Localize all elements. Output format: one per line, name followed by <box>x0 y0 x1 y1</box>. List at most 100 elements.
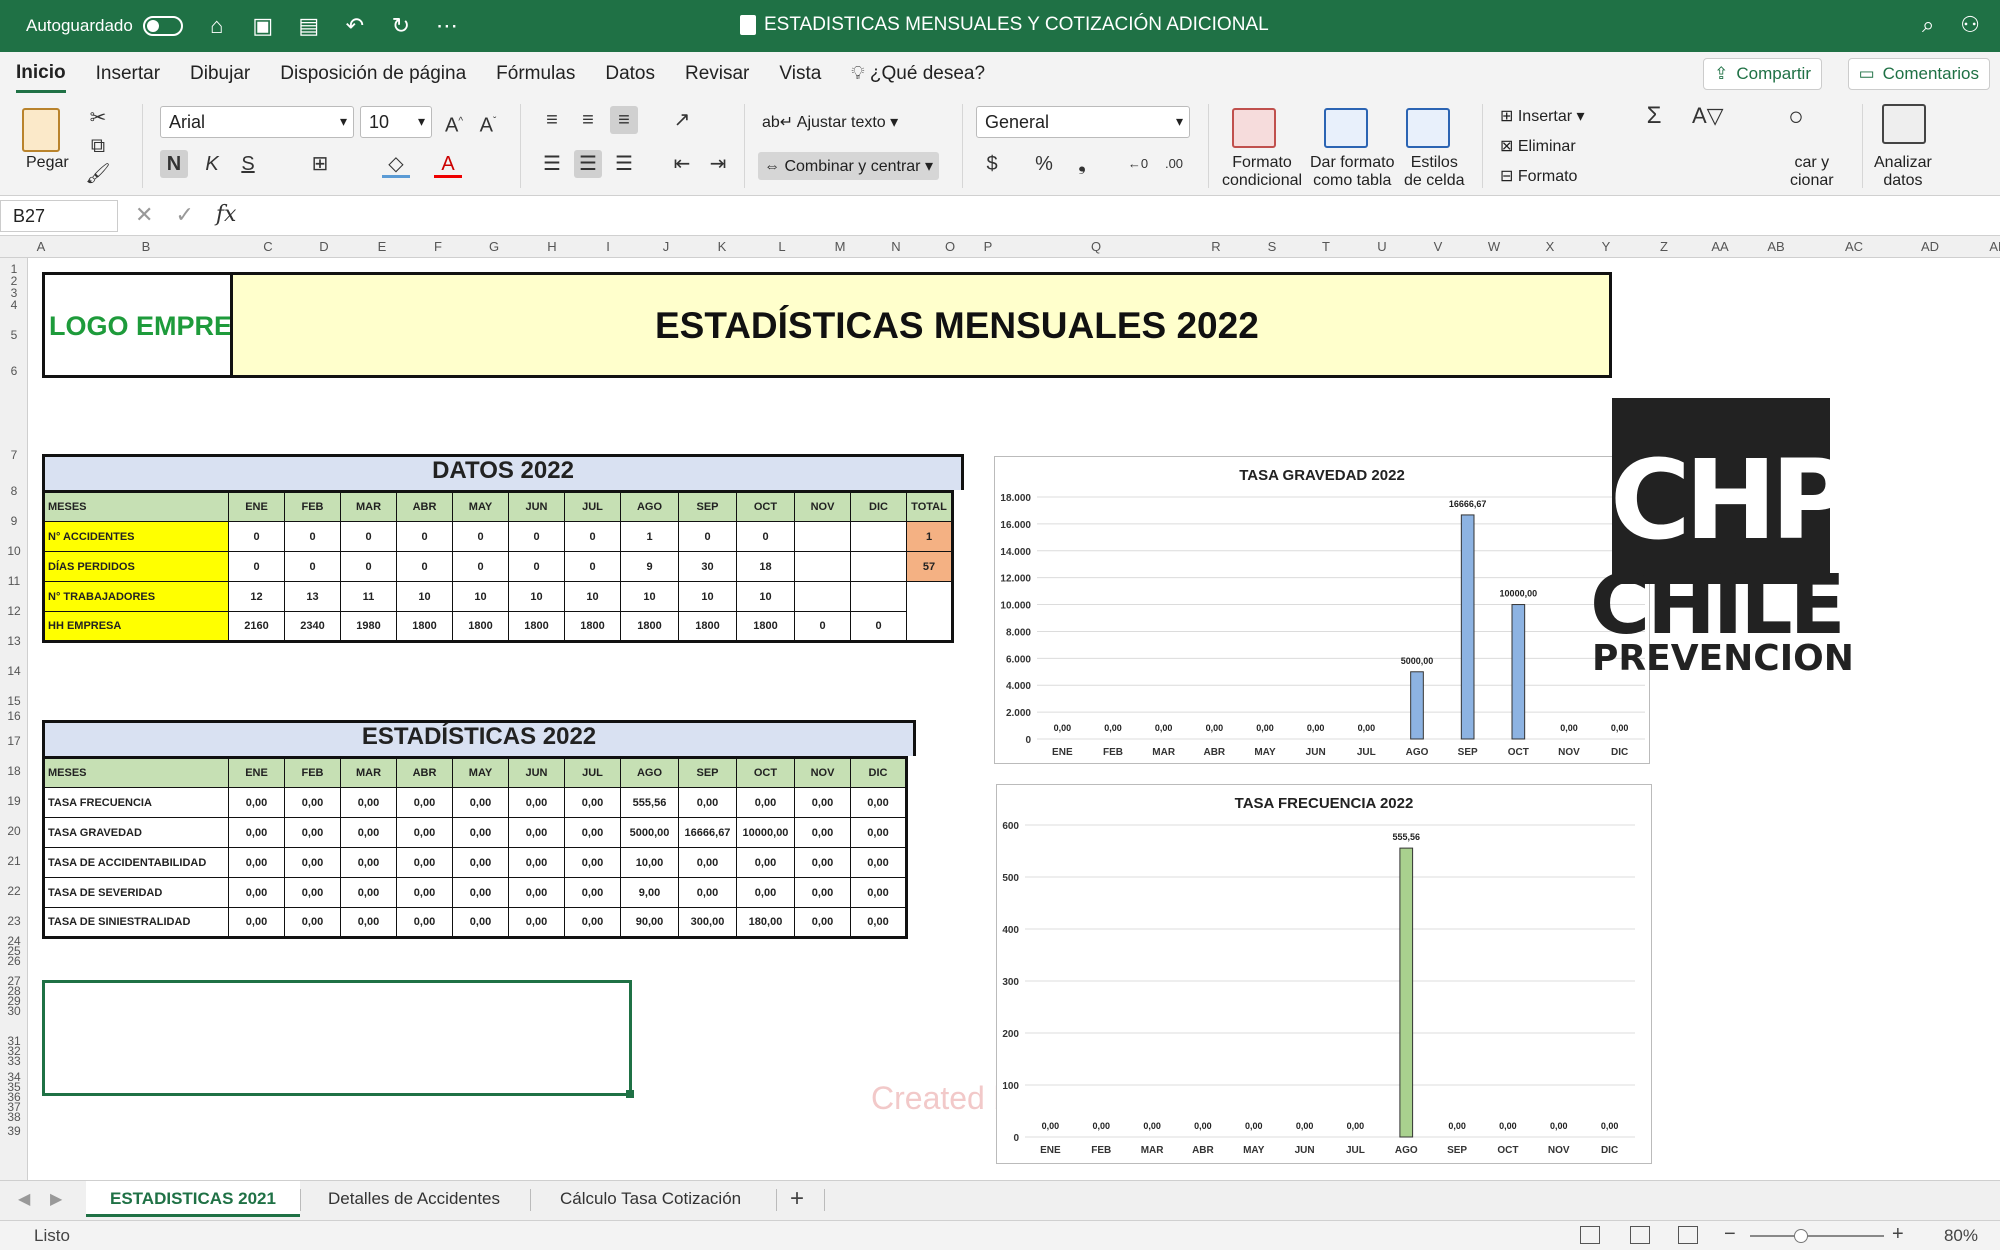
header-cell[interactable]: OCT <box>736 757 795 788</box>
header-cell[interactable]: JUN <box>508 491 565 522</box>
header-cell[interactable]: JUL <box>564 757 621 788</box>
data-cell[interactable]: 0,00 <box>794 907 851 938</box>
conditional-format-button[interactable]: Formato condicional <box>1222 154 1302 190</box>
header-cell[interactable]: NOV <box>794 491 851 522</box>
column-header[interactable]: P <box>978 239 998 254</box>
data-cell[interactable]: 0 <box>228 551 285 582</box>
data-cell[interactable]: 0 <box>678 521 737 552</box>
data-cell[interactable]: 0,00 <box>340 787 397 818</box>
column-header[interactable]: AB <box>1762 239 1790 254</box>
data-cell[interactable]: 90,00 <box>620 907 679 938</box>
format-cells-button[interactable]: ⊟ Formato <box>1500 166 1577 186</box>
column-header[interactable]: I <box>598 239 618 254</box>
row-header[interactable]: 26 <box>0 954 28 968</box>
column-header[interactable]: Y <box>1596 239 1616 254</box>
data-cell[interactable]: 0 <box>452 551 509 582</box>
data-cell[interactable]: 180,00 <box>736 907 795 938</box>
column-header[interactable]: U <box>1372 239 1392 254</box>
column-header[interactable]: J <box>656 239 676 254</box>
autosum-icon[interactable]: Σ <box>1640 102 1668 130</box>
column-header[interactable]: X <box>1540 239 1560 254</box>
data-cell[interactable]: 0,00 <box>794 817 851 848</box>
header-cell[interactable]: MAY <box>452 491 509 522</box>
data-cell[interactable]: 0,00 <box>678 847 737 878</box>
number-format-select[interactable]: General ▾ <box>976 106 1190 138</box>
row-header[interactable]: 19 <box>0 794 28 808</box>
row-label-cell[interactable]: TASA DE SEVERIDAD <box>43 877 229 908</box>
data-cell[interactable]: 0,00 <box>564 877 621 908</box>
insert-cells-button[interactable]: ⊞ Insertar ▾ <box>1500 106 1585 126</box>
data-cell[interactable]: 0,00 <box>452 877 509 908</box>
data-cell[interactable]: 0 <box>794 611 851 642</box>
row-header[interactable]: 16 <box>0 709 28 723</box>
cancel-icon[interactable]: ✕ <box>135 202 153 228</box>
data-cell[interactable]: 0,00 <box>228 877 285 908</box>
data-cell[interactable]: 9,00 <box>620 877 679 908</box>
tab-disposicion[interactable]: Disposición de página <box>280 57 466 91</box>
row-header[interactable]: 17 <box>0 734 28 748</box>
data-cell[interactable]: 0,00 <box>850 787 907 818</box>
data-cell[interactable]: 0,00 <box>340 817 397 848</box>
header-cell[interactable]: TOTAL <box>906 491 953 522</box>
row-header[interactable]: 15 <box>0 694 28 708</box>
data-cell[interactable]: 0,00 <box>396 907 453 938</box>
data-cell[interactable]: 10 <box>396 581 453 612</box>
column-header[interactable]: AD <box>1916 239 1944 254</box>
column-header[interactable]: L <box>772 239 792 254</box>
sort-filter-icon[interactable]: A▽ <box>1692 102 1724 130</box>
data-cell[interactable]: 0 <box>508 521 565 552</box>
decrease-decimal-icon[interactable]: .00 <box>1160 150 1188 178</box>
header-cell[interactable]: ABR <box>396 491 453 522</box>
data-cell[interactable]: 10 <box>620 581 679 612</box>
copy-icon[interactable]: ⧉ <box>84 132 112 160</box>
home-icon[interactable]: ⌂ <box>205 14 229 38</box>
scroll-right-icon[interactable]: ▶ <box>50 1189 62 1209</box>
data-cell[interactable]: 0,00 <box>736 877 795 908</box>
data-cell[interactable]: 1800 <box>508 611 565 642</box>
account-icon[interactable]: ⚇ <box>1960 12 1980 38</box>
confirm-icon[interactable]: ✓ <box>175 202 193 228</box>
data-cell[interactable]: 0,00 <box>284 877 341 908</box>
row-header[interactable]: 7 <box>0 448 28 462</box>
row-header[interactable]: 20 <box>0 824 28 838</box>
find-select-button[interactable]: car y cionar <box>1790 154 1834 190</box>
more-icon[interactable]: ⋯ <box>435 14 459 38</box>
data-cell[interactable]: 10 <box>508 581 565 612</box>
data-cell[interactable]: 0,00 <box>794 787 851 818</box>
data-cell[interactable]: 5000,00 <box>620 817 679 848</box>
header-cell[interactable]: JUN <box>508 757 565 788</box>
data-cell[interactable]: 0,00 <box>452 817 509 848</box>
data-cell[interactable]: 0,00 <box>508 817 565 848</box>
data-cell[interactable]: 0,00 <box>284 817 341 848</box>
data-cell[interactable]: 0,00 <box>228 787 285 818</box>
header-cell[interactable]: NOV <box>794 757 851 788</box>
chart-tasa-frecuencia[interactable]: TASA FRECUENCIA 2022 0 100 200 300 400 500 600… <box>996 784 1652 1164</box>
column-header[interactable]: T <box>1316 239 1336 254</box>
column-header[interactable]: AA <box>1706 239 1734 254</box>
data-cell[interactable]: 2160 <box>228 611 285 642</box>
data-cell[interactable]: 0,00 <box>452 907 509 938</box>
comma-style-button[interactable]: ❟ <box>1068 150 1096 178</box>
format-as-table-icon[interactable] <box>1324 108 1368 148</box>
row-header[interactable]: 11 <box>0 574 28 588</box>
increase-font-icon[interactable]: A^ <box>440 108 468 137</box>
data-cell[interactable]: 0 <box>396 551 453 582</box>
column-header[interactable]: Q <box>1086 239 1106 254</box>
data-cell[interactable]: 0,00 <box>284 907 341 938</box>
data-cell[interactable]: 0,00 <box>564 847 621 878</box>
fill-color-icon[interactable]: ◇ <box>382 150 410 178</box>
row-header[interactable]: 6 <box>0 364 28 378</box>
header-cell[interactable]: AGO <box>620 491 679 522</box>
row-label-cell[interactable]: TASA GRAVEDAD <box>43 817 229 848</box>
row-label-cell[interactable]: TASA FRECUENCIA <box>43 787 229 818</box>
data-cell[interactable]: 0 <box>850 611 907 642</box>
data-cell[interactable]: 10 <box>564 581 621 612</box>
column-header[interactable]: W <box>1484 239 1504 254</box>
delete-cells-button[interactable]: ⊠ Eliminar <box>1500 136 1576 156</box>
data-cell[interactable]: 0,00 <box>850 847 907 878</box>
data-cell[interactable]: 0,00 <box>794 847 851 878</box>
tab-formulas[interactable]: Fórmulas <box>496 57 575 91</box>
header-cell[interactable]: ENE <box>228 757 285 788</box>
column-header[interactable]: M <box>830 239 850 254</box>
row-header[interactable]: 23 <box>0 914 28 928</box>
